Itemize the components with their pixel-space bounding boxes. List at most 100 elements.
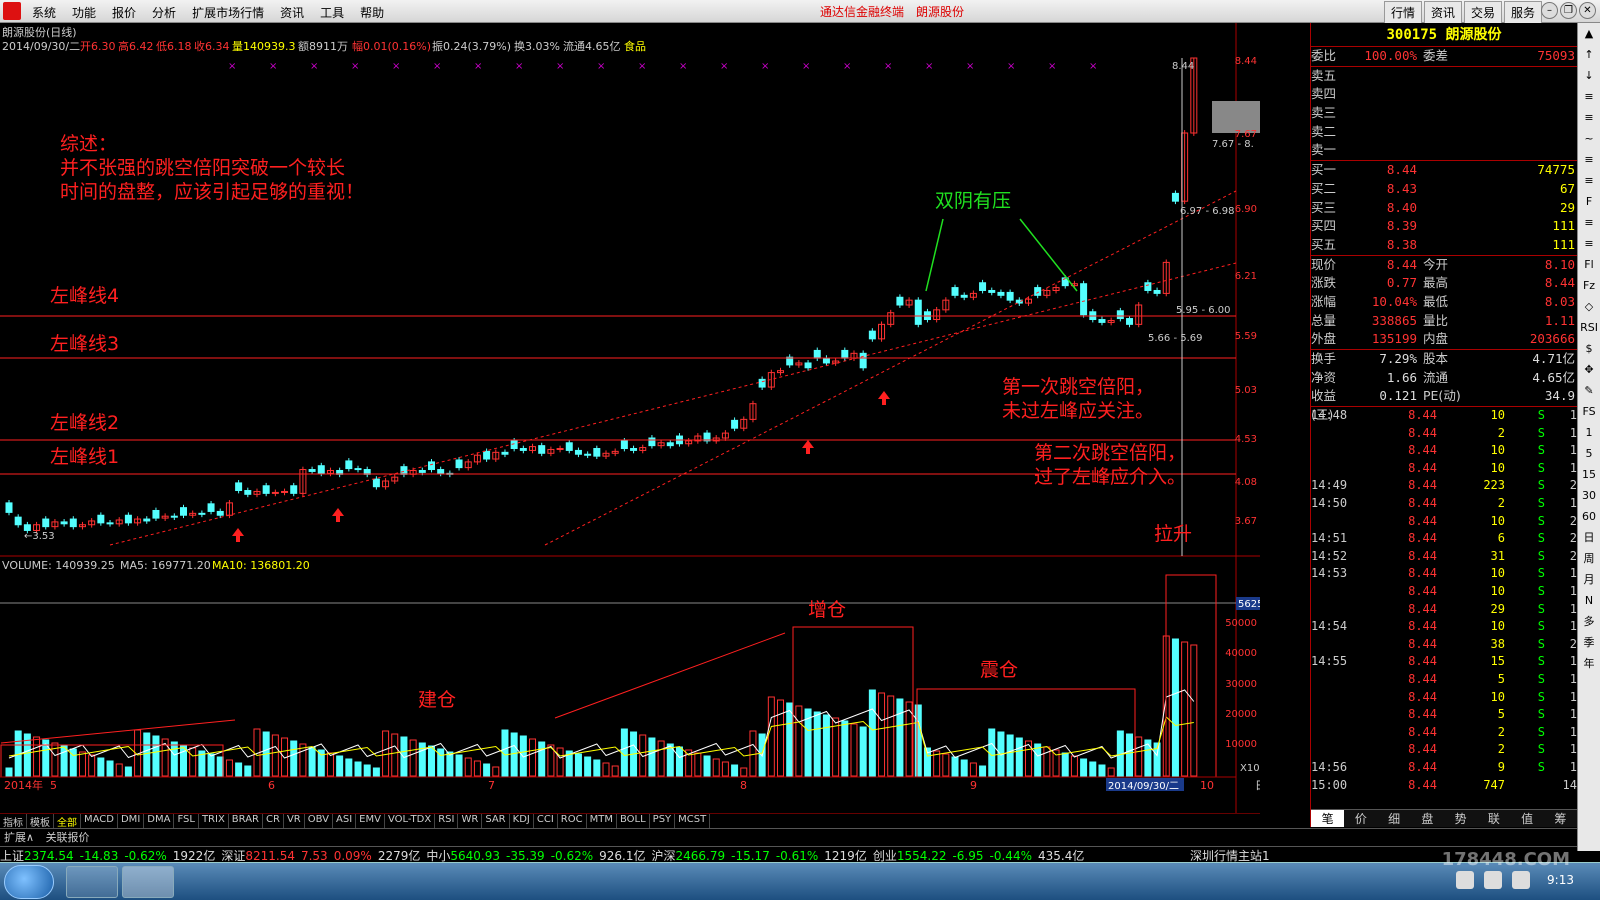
indicator-tab[interactable]: 指标 [0, 814, 27, 829]
side-tool-button[interactable]: 1 [1578, 422, 1600, 443]
taskbar-tdx-icon[interactable] [122, 866, 174, 898]
quote-tab[interactable]: 盘 [1411, 810, 1444, 827]
market-index[interactable]: 深证8211.54 7.53 0.09% 2279亿 [221, 849, 420, 863]
indicator-tab[interactable]: CCI [534, 814, 558, 828]
tray-network-icon[interactable] [1484, 871, 1502, 889]
quote-tab[interactable]: 筹 [1544, 810, 1577, 827]
taskbar-app-icon[interactable] [66, 866, 118, 898]
indicator-tab[interactable]: RSI [435, 814, 459, 828]
menu-quote[interactable]: 报价 [104, 0, 144, 22]
menu-function[interactable]: 功能 [64, 0, 104, 22]
indicator-tab[interactable]: ROC [558, 814, 587, 828]
tray-volume-icon[interactable] [1512, 871, 1530, 889]
side-tool-button[interactable]: Fl [1578, 254, 1600, 275]
side-tool-button[interactable]: N [1578, 590, 1600, 611]
volume-bar-up [712, 758, 720, 777]
menu-ext-market[interactable]: 扩展市场行情 [184, 0, 272, 22]
indicator-tab[interactable]: MCST [675, 814, 711, 828]
side-tool-button[interactable]: Fz [1578, 275, 1600, 296]
market-index[interactable]: 上证2374.54 -14.83 -0.62% 1922亿 [0, 849, 215, 863]
volume-bar-down [813, 711, 821, 777]
indicator-tab[interactable]: 全部 [54, 814, 81, 829]
side-tool-button[interactable]: ↑ [1578, 44, 1600, 65]
menu-tools[interactable]: 工具 [312, 0, 352, 22]
quote-tab[interactable]: 笔 [1311, 810, 1345, 827]
tray-shield-icon[interactable] [1456, 871, 1474, 889]
menu-system[interactable]: 系统 [24, 0, 64, 22]
side-tool-button[interactable]: 多 [1578, 611, 1600, 632]
side-tool-button[interactable]: ≡ [1578, 107, 1600, 128]
indicator-tab[interactable]: 模板 [27, 814, 54, 829]
side-tool-button[interactable]: ≡ [1578, 170, 1600, 191]
stat-label: 净资 [1311, 369, 1337, 385]
kline-svg[interactable]: × × × × × × × × × × × × × × × × × × × × × × 朗源股份(日线) 2014/09/… [0, 23, 1260, 813]
indicator-tab[interactable]: MACD [81, 814, 118, 828]
indicator-tab[interactable]: PSY [650, 814, 676, 828]
clock[interactable]: 9:13 [1547, 873, 1574, 887]
side-tool-button[interactable]: ✎ [1578, 380, 1600, 401]
indicator-tab[interactable]: KDJ [510, 814, 534, 828]
trade-button[interactable]: 交易 [1463, 1, 1502, 24]
indicator-tab[interactable]: ASI [333, 814, 357, 828]
quote-tab[interactable]: 联 [1477, 810, 1510, 827]
quote-button[interactable]: 行情 [1383, 1, 1422, 24]
indicator-tab[interactable]: MTM [587, 814, 617, 828]
up-arrow-icon [878, 391, 890, 405]
related-quote-tab[interactable]: 关联报价 [42, 831, 94, 844]
quote-tab[interactable]: 价 [1344, 810, 1377, 827]
extend-tab[interactable]: 扩展∧ [0, 831, 38, 844]
side-tool-button[interactable]: RSI [1578, 317, 1600, 338]
side-tool-button[interactable]: ~ [1578, 128, 1600, 149]
indicator-tab[interactable]: BRAR [229, 814, 263, 828]
side-tool-button[interactable]: ✥ [1578, 359, 1600, 380]
info-button[interactable]: 资讯 [1423, 1, 1462, 24]
indicator-tab[interactable]: VOL-TDX [385, 814, 436, 828]
indicator-tab[interactable]: SAR [482, 814, 510, 828]
indicator-tab[interactable]: DMI [118, 814, 145, 828]
indicator-tab[interactable]: TRIX [199, 814, 229, 828]
start-button-icon[interactable] [4, 865, 54, 899]
kline-chart-area[interactable]: × × × × × × × × × × × × × × × × × × × × × × 朗源股份(日线) 2014/09/… [0, 23, 1260, 827]
period-label[interactable]: 日线 [1255, 778, 1260, 792]
side-tool-button[interactable]: ≡ [1578, 149, 1600, 170]
minimize-icon[interactable]: – [1541, 2, 1558, 19]
side-tool-button[interactable]: 15 [1578, 464, 1600, 485]
side-tool-button[interactable]: ↓ [1578, 65, 1600, 86]
menu-help[interactable]: 帮助 [352, 0, 392, 22]
indicator-tab[interactable]: DMA [144, 814, 175, 828]
side-tool-button[interactable]: ≡ [1578, 212, 1600, 233]
side-tool-button[interactable]: FS [1578, 401, 1600, 422]
indicator-tab[interactable]: WR [458, 814, 483, 828]
indicator-tab[interactable]: VR [284, 814, 305, 828]
side-tool-button[interactable]: ≡ [1578, 233, 1600, 254]
market-index[interactable]: 中小5640.93 -35.39 -0.62% 926.1亿 [426, 849, 645, 863]
market-index[interactable]: 沪深2466.79 -15.17 -0.61% 1219亿 [652, 849, 867, 863]
menu-analysis[interactable]: 分析 [144, 0, 184, 22]
side-tool-button[interactable]: 日 [1578, 527, 1600, 548]
side-tool-button[interactable]: F [1578, 191, 1600, 212]
side-tool-button[interactable]: 年 [1578, 653, 1600, 674]
indicator-tab[interactable]: FSL [174, 814, 199, 828]
quote-tab[interactable]: 细 [1378, 810, 1411, 827]
service-button[interactable]: 服务 [1503, 1, 1542, 24]
side-tool-button[interactable]: $ [1578, 338, 1600, 359]
side-tool-button[interactable]: 30 [1578, 485, 1600, 506]
market-index[interactable]: 创业1554.22 -6.95 -0.44% 435.4亿 [873, 849, 1085, 863]
indicator-tab[interactable]: CR [263, 814, 284, 828]
menu-news[interactable]: 资讯 [272, 0, 312, 22]
side-tool-button[interactable]: 60 [1578, 506, 1600, 527]
restore-icon[interactable]: ❐ [1560, 2, 1577, 19]
quote-tab[interactable]: 势 [1444, 810, 1477, 827]
side-tool-button[interactable]: ▲ [1578, 23, 1600, 44]
side-tool-button[interactable]: ≡ [1578, 86, 1600, 107]
quote-tab[interactable]: 值 [1511, 810, 1544, 827]
side-tool-button[interactable]: 季 [1578, 632, 1600, 653]
side-tool-button[interactable]: 5 [1578, 443, 1600, 464]
side-tool-button[interactable]: 周 [1578, 548, 1600, 569]
indicator-tab[interactable]: OBV [305, 814, 333, 828]
side-tool-button[interactable]: ◇ [1578, 296, 1600, 317]
side-tool-button[interactable]: 月 [1578, 569, 1600, 590]
close-icon[interactable]: ✕ [1579, 2, 1596, 19]
indicator-tab[interactable]: BOLL [617, 814, 650, 828]
indicator-tab[interactable]: EMV [356, 814, 385, 828]
